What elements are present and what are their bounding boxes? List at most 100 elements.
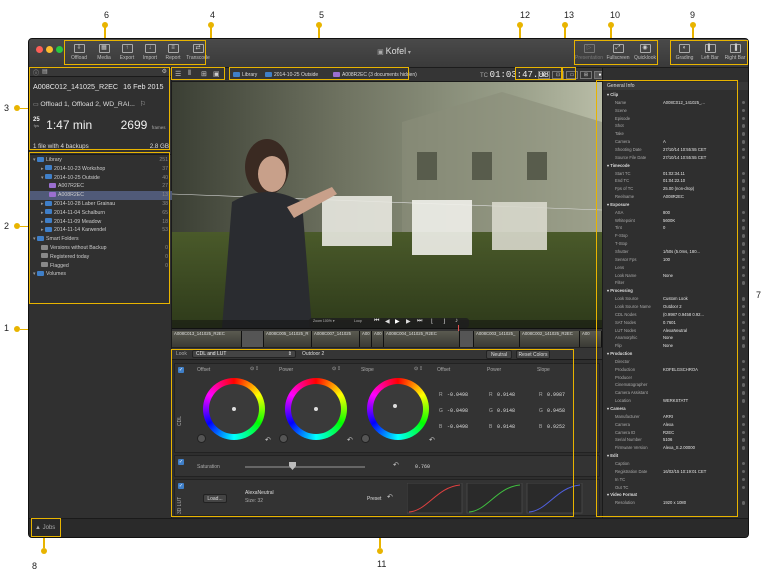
edit-dot-icon[interactable] [741,179,745,183]
edit-dot-icon[interactable] [741,414,745,419]
edit-dot-icon[interactable] [741,108,745,113]
edit-dot-icon[interactable] [741,297,745,301]
edit-dot-icon[interactable] [741,265,745,270]
edit-dot-icon[interactable] [741,234,745,238]
edit-dot-icon[interactable] [741,485,745,489]
filmstrip: A008C013_141025_R2EC A008C005_141025_R A00… [172,325,602,348]
video-viewer[interactable]: Zoom 100% ▾ Loop ⏮ ◀ ▶ ▶ ⏭ ⌊ ⌋ ♪ [172,82,602,328]
edit-dot-icon[interactable] [741,218,745,223]
highlight-2 [29,152,170,304]
edit-dot-icon[interactable] [741,140,745,144]
edit-dot-icon[interactable] [741,336,745,340]
edit-dot-icon[interactable] [741,399,745,403]
callout-11-dot [377,548,383,554]
close-button[interactable] [36,46,43,53]
edit-dot-icon[interactable] [741,501,745,505]
edit-dot-icon[interactable] [741,187,745,191]
callout-5: 5 [319,10,325,20]
play-icon[interactable]: ▶ [395,318,400,325]
callout-7: 7 [756,290,762,300]
filmstrip-thumb[interactable]: A008C002_141025_R2EC [520,331,580,347]
edit-dot-icon[interactable] [741,312,745,317]
edit-dot-icon[interactable] [741,422,745,427]
highlight-12 [515,67,562,80]
edit-dot-icon[interactable] [741,242,745,246]
callout-9: 9 [690,10,696,20]
playback-controls: Zoom 100% ▾ Loop ⏮ ◀ ▶ ▶ ⏭ ⌊ ⌋ ♪ [309,318,469,328]
chevron-down-icon: ▾ [406,50,411,56]
filmstrip-thumb-label: A008C013_141025_R2EC [174,331,225,336]
edit-dot-icon[interactable] [741,281,745,285]
filmstrip-thumb[interactable]: A00 [372,331,384,347]
app-title-text: Kofel [385,46,407,56]
filmstrip-thumb[interactable]: A008C007_141025 [312,331,360,347]
zoom-button[interactable] [56,46,63,53]
edit-dot-icon[interactable] [741,210,745,215]
edit-dot-icon[interactable] [741,147,745,152]
volume-icon[interactable]: ♪ [455,318,458,324]
edit-dot-icon[interactable] [741,116,745,121]
highlight-6 [64,40,206,65]
edit-dot-icon[interactable] [741,257,745,262]
edit-dot-icon[interactable] [741,446,745,450]
timecode-icon: TC [480,73,490,79]
minimize-button[interactable] [46,46,53,53]
filmstrip-thumb[interactable]: A008C003_141025_ [474,331,520,347]
edit-dot-icon[interactable] [741,461,745,466]
filmstrip-thumb-label: A00 [582,331,590,336]
filmstrip-thumb-label: A008C005_141025_R [266,331,309,336]
filmstrip-thumb-label: A008C004_141025_R2EC [386,331,437,336]
edit-dot-icon[interactable] [741,469,745,474]
highlight-11 [171,349,574,517]
filmstrip-thumb[interactable] [460,331,474,347]
mark-in-icon[interactable]: ⌊ [431,318,433,325]
safe-area-icon[interactable]: ⊞ [580,71,592,79]
callout-6: 6 [104,10,110,20]
app-title-icon: ▣ [377,49,386,56]
callout-13: 13 [564,10,575,20]
edit-dot-icon[interactable] [741,430,745,435]
edit-dot-icon[interactable] [741,367,745,372]
edit-dot-icon[interactable] [741,320,745,325]
edit-dot-icon[interactable] [741,304,745,309]
edit-dot-icon[interactable] [741,328,745,332]
mark-out-icon[interactable]: ⌋ [443,318,445,325]
edit-dot-icon[interactable] [741,132,745,136]
zoom-control[interactable]: Zoom 100% ▾ [313,319,335,323]
callout-8-dot [41,548,47,554]
skip-back-icon[interactable]: ⏮ [374,318,379,325]
edit-dot-icon[interactable] [741,273,745,278]
filmstrip-thumb-label: A008C003_141025_ [476,331,516,336]
edit-dot-icon[interactable] [741,375,745,380]
edit-dot-icon[interactable] [741,171,745,175]
highlight-8 [31,518,61,537]
edit-dot-icon[interactable] [741,344,745,348]
callout-2: 2 [4,221,10,231]
edit-dot-icon[interactable] [741,250,745,254]
step-forward-icon[interactable]: ▶ [406,318,411,325]
filmstrip-thumb[interactable]: A008C013_141025_R2EC [172,331,242,347]
edit-dot-icon[interactable] [741,155,745,160]
skip-forward-icon[interactable]: ⏭ [417,318,422,325]
edit-dot-icon[interactable] [741,195,745,199]
highlight-4 [171,67,225,80]
step-back-icon[interactable]: ◀ [385,318,390,325]
video-frame [172,82,602,328]
callout-4: 4 [210,10,216,20]
edit-dot-icon[interactable] [741,477,745,482]
callout-8: 8 [32,561,38,571]
edit-dot-icon[interactable] [741,226,745,230]
filmstrip-thumb[interactable]: A008C005_141025_R [264,331,312,347]
edit-dot-icon[interactable] [741,359,745,364]
filmstrip-thumb[interactable]: A00 [360,331,372,347]
filmstrip-thumb-label: A008C007_141025 [314,331,352,336]
edit-dot-icon[interactable] [741,383,745,387]
edit-dot-icon[interactable] [741,438,745,442]
highlight-3 [29,67,170,150]
edit-dot-icon[interactable] [741,391,745,395]
filmstrip-thumb[interactable]: A008C004_141025_R2EC [384,331,460,347]
loop-control[interactable]: Loop [354,319,362,323]
edit-dot-icon[interactable] [741,100,745,105]
filmstrip-thumb[interactable] [242,331,264,347]
edit-dot-icon[interactable] [741,124,745,128]
